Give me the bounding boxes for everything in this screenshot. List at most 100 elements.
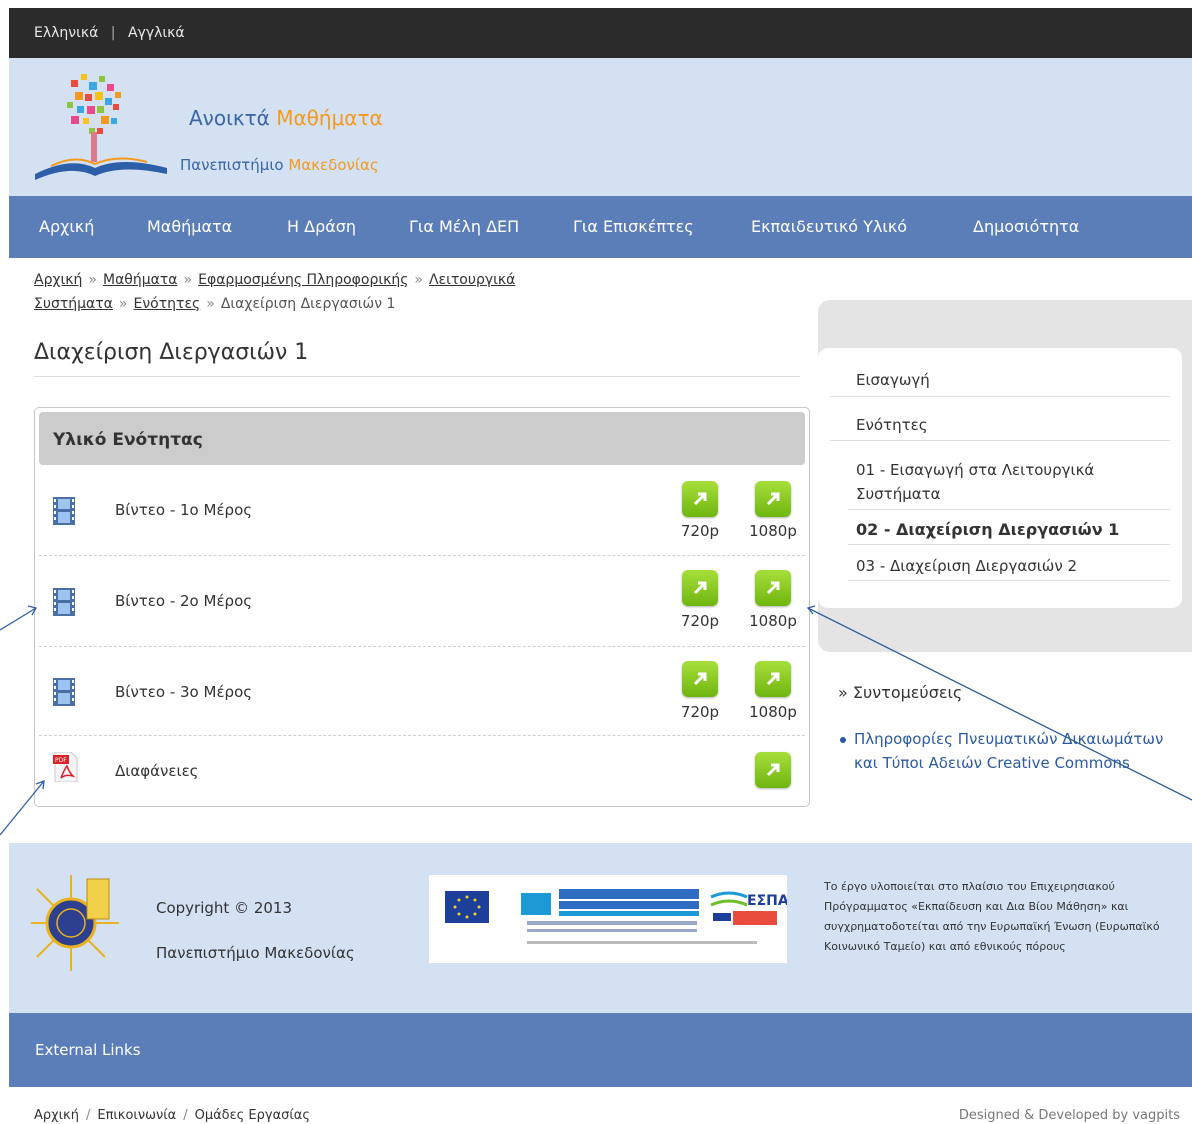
nav-item-faculty[interactable]: Για Μέλη ΔΕΠ xyxy=(409,217,519,236)
download-pdf-button[interactable] xyxy=(755,752,791,788)
film-icon xyxy=(53,497,75,525)
external-links-label[interactable]: External Links xyxy=(35,1041,141,1059)
designed-by-credit: Designed & Developed by vagpits xyxy=(958,1108,1180,1123)
download-1080p-button[interactable] xyxy=(755,661,791,697)
material-row: Βίντεο - 3ο Μέρος 720p 1080p xyxy=(39,647,805,736)
sidebar-item-intro[interactable]: Εισαγωγή xyxy=(856,368,1168,392)
site-subtitle: Πανεπιστήμιο Μακεδονίας xyxy=(180,156,379,174)
funding-statement: Το έργο υλοποιείται στο πλαίσιο του Επιχ… xyxy=(824,880,1160,953)
bottom-nav: Αρχική / Επικοινωνία / Ομάδες Εργασίας xyxy=(34,1108,310,1123)
sidebar-divider xyxy=(830,396,1170,397)
breadcrumb-link-courses[interactable]: Μαθήματα xyxy=(103,272,178,288)
site-title-part1: Ανοικτά xyxy=(189,106,270,130)
material-label: Βίντεο - 3ο Μέρος xyxy=(115,683,253,701)
download-720p-button[interactable] xyxy=(682,661,718,697)
site-subtitle-part1: Πανεπιστήμιο xyxy=(180,156,284,174)
site-title-part2: Μαθήματα xyxy=(276,106,383,130)
breadcrumb-link-units[interactable]: Ενότητες xyxy=(134,296,201,312)
site-header: Ανοικτά Μαθήματα Πανεπιστήμιο Μακεδονίας xyxy=(9,58,1192,196)
resolution-label-1080p: 1080p xyxy=(749,703,797,721)
lang-separator: | xyxy=(110,25,116,41)
arrow-up-right-icon xyxy=(766,672,780,686)
main-nav: Αρχική Μαθήματα Η Δράση Για Μέλη ΔΕΠ Για… xyxy=(9,196,1192,258)
resolution-label-720p: 720p xyxy=(680,612,720,630)
panel-header: Υλικό Ενότητας xyxy=(39,412,805,465)
resolution-label-1080p: 1080p xyxy=(749,612,797,630)
lang-english-link[interactable]: Αγγλικά xyxy=(128,25,185,41)
bottom-sep: / xyxy=(85,1108,91,1123)
sidebar-subitem-unit-01[interactable]: 01 - Εισαγωγή στα Λειτουργικά Συστήματα xyxy=(856,458,1156,506)
breadcrumb-link-department[interactable]: Εφαρμοσμένης Πληροφορικής xyxy=(198,272,408,288)
breadcrumb-sep: » xyxy=(88,272,97,288)
download-720p-button[interactable] xyxy=(682,481,718,517)
site-title[interactable]: Ανοικτά Μαθήματα xyxy=(189,106,383,130)
sidebar-subitem-unit-02-active[interactable]: 02 - Διαχείριση Διεργασιών 1 xyxy=(856,518,1168,542)
annotation-arrow xyxy=(0,607,37,631)
copyright-text: Copyright © 2013 xyxy=(156,899,293,917)
arrow-up-right-icon xyxy=(693,672,707,686)
material-row: Βίντεο - 2ο Μέρος 720p 1080p xyxy=(39,556,805,647)
shortcuts-heading: » Συντομεύσεις xyxy=(838,683,963,702)
bottom-link-contact[interactable]: Επικοινωνία xyxy=(97,1108,176,1123)
link-line-2: και Τύποι Αδειών Creative Commons xyxy=(854,754,1130,772)
material-label: Βίντεο - 2ο Μέρος xyxy=(115,592,253,610)
arrow-up-right-icon xyxy=(693,492,707,506)
arrow-up-right-icon xyxy=(766,492,780,506)
bottom-sep: / xyxy=(183,1108,188,1123)
material-row: Βίντεο - 1ο Μέρος 720p 1080p xyxy=(39,465,805,556)
material-label: Βίντεο - 1ο Μέρος xyxy=(115,501,253,519)
film-icon xyxy=(53,678,75,706)
bottom-link-workgroups[interactable]: Ομάδες Εργασίας xyxy=(195,1108,310,1123)
tree-book-logo-icon xyxy=(35,74,167,180)
link-line-1: Πληροφορίες Πνευματικών Δικαιωμάτων xyxy=(854,730,1164,748)
material-row: PDF Διαφάνειες xyxy=(39,736,805,802)
site-subtitle-part2: Μακεδονίας xyxy=(288,156,379,174)
download-1080p-button[interactable] xyxy=(755,481,791,517)
panel-title: Υλικό Ενότητας xyxy=(53,430,203,450)
breadcrumb: Αρχική » Μαθήματα » Εφαρμοσμένης Πληροφορική… xyxy=(34,268,594,316)
page-title: Διαχείριση Διεργασιών 1 xyxy=(34,340,309,365)
unit-material-panel: Υλικό Ενότητας Βίντεο - 1ο Μέρος 720p 10… xyxy=(34,407,810,807)
nav-item-action[interactable]: Η Δράση xyxy=(287,217,356,236)
sidebar-divider xyxy=(830,440,1170,441)
bottom-link-home[interactable]: Αρχική xyxy=(34,1108,79,1123)
film-icon xyxy=(53,588,75,616)
language-bar: Ελληνικά | Αγγλικά xyxy=(9,8,1192,58)
breadcrumb-sep: » xyxy=(414,272,423,288)
nav-item-courses[interactable]: Μαθήματα xyxy=(147,217,232,236)
svg-text:PDF: PDF xyxy=(55,757,67,764)
arrow-up-right-icon xyxy=(766,763,780,777)
creative-commons-link[interactable]: Πληροφορίες Πνευματικών Δικαιωμάτων και … xyxy=(840,727,1163,775)
university-seal-icon xyxy=(31,875,119,971)
sidebar-divider xyxy=(848,580,1170,581)
breadcrumb-link-home[interactable]: Αρχική xyxy=(34,272,82,288)
breadcrumb-sep: » xyxy=(206,296,215,312)
resolution-label-1080p: 1080p xyxy=(749,522,797,540)
arrow-up-right-icon xyxy=(766,581,780,595)
pdf-icon: PDF xyxy=(53,752,78,782)
lang-greek-link[interactable]: Ελληνικά xyxy=(34,25,98,41)
resolution-label-720p: 720p xyxy=(680,703,720,721)
material-label: Διαφάνειες xyxy=(115,762,199,780)
arrow-up-right-icon xyxy=(693,581,707,595)
title-divider xyxy=(34,376,800,377)
download-720p-button[interactable] xyxy=(682,570,718,606)
language-switcher: Ελληνικά | Αγγλικά xyxy=(34,25,185,41)
sidebar-subitem-unit-03[interactable]: 03 - Διαχείριση Διεργασιών 2 xyxy=(856,554,1168,578)
espa-banner: ΕΣΠΑ xyxy=(429,875,789,963)
breadcrumb-link-course-part1[interactable]: Λειτουργικά xyxy=(429,272,515,288)
svg-text:ΕΣΠΑ: ΕΣΠΑ xyxy=(747,893,787,909)
espa-logo-icon: ΕΣΠΑ xyxy=(445,889,789,944)
nav-item-visitors[interactable]: Για Επισκέπτες xyxy=(573,217,694,236)
nav-item-publicity[interactable]: Δημοσιότητα xyxy=(973,217,1079,236)
breadcrumb-sep: » xyxy=(183,272,193,288)
site-logo[interactable] xyxy=(31,70,171,185)
breadcrumb-sep: » xyxy=(118,296,128,312)
resolution-label-720p: 720p xyxy=(680,522,720,540)
breadcrumb-current: Διαχείριση Διεργασιών 1 xyxy=(220,296,396,312)
breadcrumb-link-course-part2[interactable]: Συστήματα xyxy=(34,296,113,312)
sidebar-item-units[interactable]: Ενότητες xyxy=(856,413,1168,437)
download-1080p-button[interactable] xyxy=(755,570,791,606)
nav-item-home[interactable]: Αρχική xyxy=(39,217,94,236)
nav-item-material[interactable]: Εκπαιδευτικό Υλικό xyxy=(751,217,907,236)
